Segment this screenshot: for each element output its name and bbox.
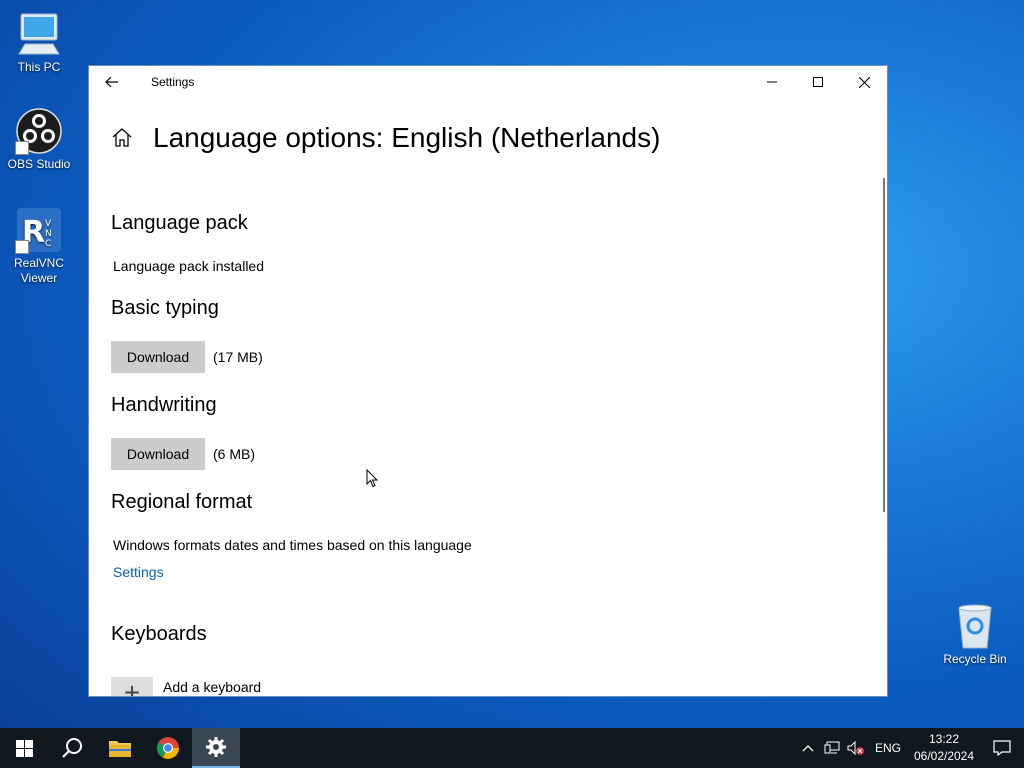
add-keyboard-button[interactable]: + [111,677,153,697]
realvnc-icon: R V N C [15,206,63,254]
search-button[interactable] [48,728,96,768]
taskbar-chrome[interactable] [144,728,192,768]
obs-studio-icon [15,107,63,155]
maximize-icon [813,77,823,87]
window-title: Settings [151,75,195,89]
clock-time: 13:22 [928,732,960,746]
shortcut-arrow-icon [15,240,29,254]
volume-muted-icon [847,741,864,755]
handwriting-size: (6 MB) [213,446,255,462]
chevron-up-icon [802,745,814,752]
plus-icon: + [123,677,141,697]
folder-icon [109,741,131,757]
handwriting-download-button[interactable]: Download [111,438,205,470]
start-button[interactable] [0,728,48,768]
maximize-button[interactable] [795,66,841,98]
desktop-icon-label: OBS Studio [7,157,71,171]
windows-logo-icon [15,739,33,757]
desktop-icon-obs-studio[interactable]: OBS Studio [0,107,79,172]
desktop-icon-label: RealVNC Viewer [14,256,65,285]
basic-typing-size: (17 MB) [213,349,263,365]
close-button[interactable] [841,66,887,98]
svg-text:V: V [45,219,52,229]
section-heading-basic-typing: Basic typing [111,297,219,319]
shortcut-arrow-icon [15,141,29,155]
recycle-bin-icon [951,602,999,650]
settings-content: Language options: English (Netherlands) … [111,116,867,696]
page-title: Language options: English (Netherlands) [153,122,661,153]
notification-icon [993,740,1011,756]
minimize-icon [767,81,777,83]
desktop-icon-recycle-bin[interactable]: Recycle Bin [935,602,1015,667]
add-keyboard-label[interactable]: Add a keyboard [163,679,261,695]
gear-icon [206,737,226,757]
scrollbar[interactable] [883,178,885,512]
title-bar: Settings [89,66,887,98]
show-hidden-icons-button[interactable] [796,728,820,768]
clock-date: 06/02/2024 [913,749,975,763]
language-pack-status: Language pack installed [113,258,265,274]
section-heading-language-pack: Language pack [111,212,248,234]
network-button[interactable] [820,728,844,768]
regional-format-settings-link[interactable]: Settings [113,564,164,580]
section-heading-handwriting: Handwriting [111,394,217,416]
desktop-icon-realvnc-viewer[interactable]: R V N C RealVNC Viewer [0,206,79,286]
svg-text:C: C [45,239,51,249]
chrome-icon [157,737,179,759]
volume-button[interactable] [844,728,868,768]
taskbar: ENG 13:22 06/02/2024 [0,728,1024,768]
section-heading-regional-format: Regional format [111,491,253,513]
svg-text:N: N [45,229,52,239]
taskbar-file-explorer[interactable] [96,728,144,768]
mouse-cursor-icon [366,469,379,488]
clock[interactable]: 13:22 06/02/2024 [908,731,980,765]
search-icon [62,738,82,758]
regional-format-description: Windows formats dates and times based on… [113,537,472,553]
minimize-button[interactable] [749,66,795,98]
home-button[interactable] [111,127,133,149]
action-center-button[interactable] [980,728,1024,768]
section-heading-keyboards: Keyboards [111,623,207,645]
desktop-icon-this-pc[interactable]: This PC [0,10,79,75]
settings-window: Settings Language options: English (Neth… [88,65,888,697]
basic-typing-download-button[interactable]: Download [111,341,205,373]
computer-icon [15,10,63,58]
back-arrow-icon [105,76,118,88]
home-icon [112,128,132,147]
desktop-icon-label: Recycle Bin [943,652,1007,666]
taskbar-settings[interactable] [192,728,240,768]
desktop-icon-label: This PC [17,60,61,74]
input-language-indicator[interactable]: ENG [868,741,908,755]
close-icon [858,76,870,88]
back-button[interactable] [89,66,135,98]
system-tray: ENG 13:22 06/02/2024 [796,728,1024,768]
network-icon [824,741,840,754]
